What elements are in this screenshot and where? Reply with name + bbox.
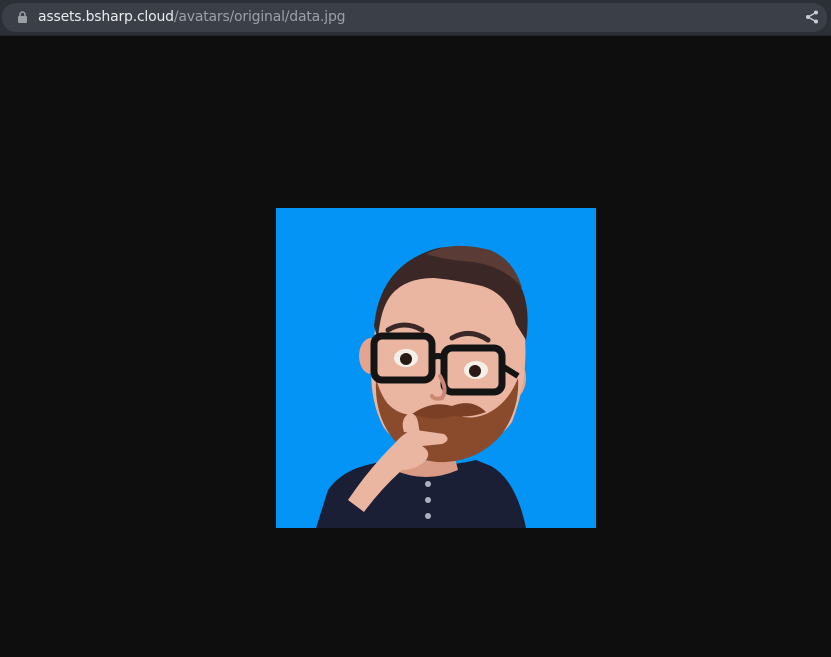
browser-window: assets.bsharp.cloud/avatars/original/dat… [0, 0, 831, 657]
avatar-illustration [276, 208, 596, 528]
image-viewer [0, 36, 831, 657]
address-bar[interactable]: assets.bsharp.cloud/avatars/original/dat… [2, 3, 827, 32]
url-path: /avatars/original/data.jpg [173, 9, 346, 25]
share-icon[interactable] [805, 10, 819, 24]
lock-icon[interactable] [17, 11, 28, 23]
browser-toolbar: assets.bsharp.cloud/avatars/original/dat… [0, 0, 831, 36]
url-host: assets.bsharp.cloud [38, 9, 174, 25]
url-text[interactable]: assets.bsharp.cloud/avatars/original/dat… [38, 9, 346, 26]
avatar-image[interactable] [276, 208, 596, 528]
